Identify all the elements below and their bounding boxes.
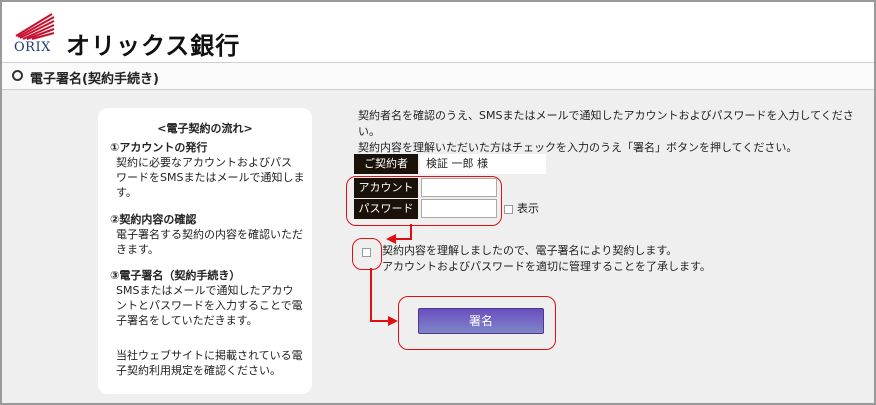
- flow-step-1: ①アカウントの発行 契約に必要なアカウントおよびパス ワードをSMSまたはメール…: [110, 140, 306, 200]
- password-input[interactable]: [421, 199, 497, 218]
- arrow-right-icon: [388, 316, 398, 326]
- agree-checkbox[interactable]: [362, 248, 371, 257]
- bank-name: オリックス銀行: [66, 32, 241, 60]
- flow-note: 当社ウェブサイトに掲載されている電 子契約利用規定を確認ください。: [110, 348, 306, 378]
- circle-bullet-icon: [12, 70, 23, 81]
- flow-note-text: 当社ウェブサイトに掲載されている電: [116, 349, 303, 362]
- flow-step-heading: ③電子署名（契約手続き）: [110, 269, 241, 282]
- account-input[interactable]: [421, 178, 497, 197]
- show-password-label: 表示: [517, 202, 539, 215]
- sign-button[interactable]: 署名: [418, 308, 544, 334]
- header: ORIX オリックス銀行: [2, 2, 874, 62]
- main-content: <電子契約の流れ> ①アカウントの発行 契約に必要なアカウントおよびパス ワード…: [2, 90, 874, 403]
- flow-note-text: 子契約利用規定を確認ください。: [116, 364, 281, 377]
- instruction-line: 契約者名を確認のうえ、SMSまたはメールで通知したアカウントおよびパスワードを入…: [358, 109, 854, 138]
- contractor-name: 検証 一郎 様: [420, 154, 546, 174]
- flow-step-3: ③電子署名（契約手続き） SMSまたはメールで通知したアカウ ントとパスワードを…: [110, 268, 306, 328]
- flow-step-text: ワードをSMSまたはメールで通知しま: [116, 171, 305, 184]
- flow-step-text: きます。: [116, 243, 159, 256]
- arrow-connector: [370, 320, 390, 322]
- flow-step-text: 契約に必要なアカウントおよびパス: [116, 156, 292, 169]
- password-label: パスワード: [354, 199, 418, 219]
- flow-step-heading: ①アカウントの発行: [110, 141, 208, 154]
- arrow-connector: [394, 238, 412, 240]
- flow-step-2: ②契約内容の確認 電子署名する契約の内容を確認いただ きます。: [110, 212, 306, 257]
- flow-step-text: 電子署名する契約の内容を確認いただ: [116, 228, 303, 241]
- agree-line: アカウントおよびパスワードを適切に管理することを了承します。: [382, 260, 711, 273]
- account-label: アカウント: [354, 178, 418, 198]
- show-password-checkbox[interactable]: [504, 205, 513, 214]
- orix-logo-icon: [15, 13, 55, 40]
- flow-step-text: 子署名をしていただきます。: [116, 314, 258, 327]
- flow-step-text: ントとパスワードを入力することで電: [116, 299, 303, 312]
- contract-flow-panel: <電子契約の流れ> ①アカウントの発行 契約に必要なアカウントおよびパス ワード…: [98, 108, 312, 394]
- page-title: 電子署名(契約手続き): [30, 72, 159, 87]
- agree-line: 契約内容を理解しましたので、電子署名により契約します。: [382, 244, 678, 257]
- arrow-connector: [370, 268, 372, 322]
- flow-title: <電子契約の流れ>: [157, 122, 253, 135]
- contractor-label: ご契約者: [354, 154, 418, 174]
- flow-step-text: す。: [116, 186, 137, 199]
- logo-text: ORIX: [14, 40, 51, 55]
- flow-step-text: SMSまたはメールで通知したアカウ: [116, 284, 294, 297]
- instructions: 契約者名を確認のうえ、SMSまたはメールで通知したアカウントおよびパスワードを入…: [358, 108, 874, 156]
- title-bar: 電子署名(契約手続き): [2, 62, 874, 90]
- agree-text: 契約内容を理解しましたので、電子署名により契約します。 アカウントおよびパスワー…: [382, 243, 711, 275]
- flow-step-heading: ②契約内容の確認: [110, 213, 197, 226]
